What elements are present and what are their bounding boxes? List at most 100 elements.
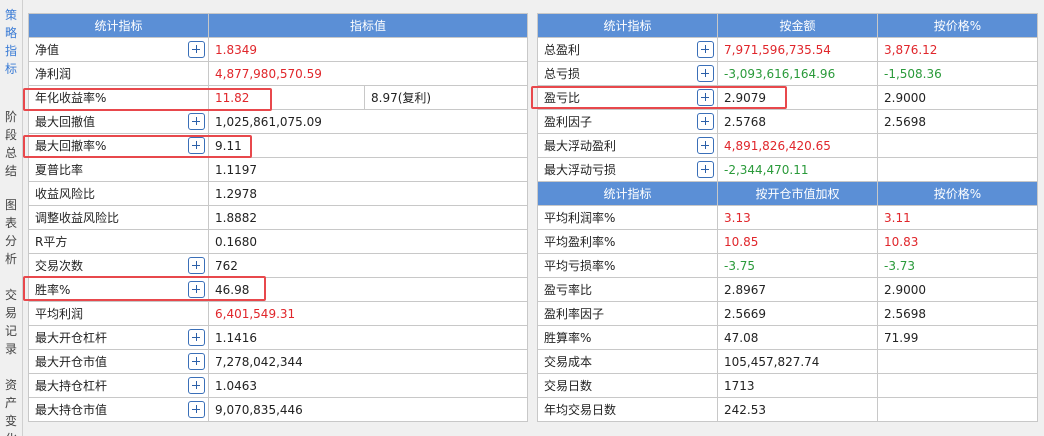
table-row: 最大浮动亏损 -2,344,470.11	[537, 157, 1038, 182]
metric-name-cell: 交易次数	[28, 253, 209, 278]
metric-name: 盈利率因子	[544, 307, 605, 321]
price-pct-value: 2.9000	[877, 277, 1038, 302]
table-row: 胜率% 46.98	[28, 277, 529, 302]
expand-plus-icon[interactable]	[697, 113, 714, 130]
expand-plus-icon[interactable]	[188, 329, 205, 346]
column-header-amount: 按金额	[717, 13, 878, 38]
section-header-metric: 统计指标	[537, 181, 718, 206]
sidebar-divider	[22, 0, 23, 436]
metric-name-cell: 盈利率因子	[537, 301, 718, 326]
metric-name: 盈亏比	[544, 91, 581, 105]
sidebar-tab-3[interactable]: 交易记录	[3, 286, 19, 358]
column-header-price-pct: 按价格%	[877, 13, 1038, 38]
metric-name-cell: 胜算率%	[537, 325, 718, 350]
price-pct-value: -1,508.36	[877, 61, 1038, 86]
sidebar-tab-0[interactable]: 策略指标	[3, 6, 19, 78]
metric-name: 总盈利	[544, 43, 581, 57]
right-metrics-table: 统计指标 按金额 按价格% 总盈利 7,971,596,735.54 3,876.1…	[537, 13, 1038, 422]
metric-name: 最大持仓市值	[35, 403, 108, 417]
expand-plus-icon[interactable]	[188, 41, 205, 58]
metric-name-cell: 最大浮动亏损	[537, 157, 718, 182]
expand-plus-icon[interactable]	[697, 41, 714, 58]
metric-name-cell: R平方	[28, 229, 209, 254]
table-row: 平均亏损率% -3.75 -3.73	[537, 253, 1038, 278]
table-row: 最大回撤率% 9.11	[28, 133, 529, 158]
weighted-value: 10.85	[717, 229, 878, 254]
metric-name: 最大浮动盈利	[544, 139, 617, 153]
metric-name: 净值	[35, 43, 60, 57]
expand-plus-icon[interactable]	[188, 281, 205, 298]
metric-value: 9,070,835,446	[207, 397, 529, 422]
price-pct-value: 10.83	[877, 229, 1038, 254]
metric-value: 9.11	[207, 133, 529, 158]
sidebar-tab-4[interactable]: 资产变化	[3, 376, 19, 436]
metric-name: 总亏损	[544, 67, 581, 81]
metric-name: 盈利因子	[544, 115, 593, 129]
metric-name: 年化收益率%	[35, 91, 107, 105]
metric-name-cell: 净利润	[28, 61, 209, 86]
metric-value: 1,025,861,075.09	[207, 109, 529, 134]
metric-name-cell: 总盈利	[537, 37, 718, 62]
expand-plus-icon[interactable]	[697, 65, 714, 82]
price-pct-value: 71.99	[877, 325, 1038, 350]
table-row: 夏普比率 1.1197	[28, 157, 529, 182]
table-row: 最大持仓杠杆 1.0463	[28, 373, 529, 398]
metric-name-cell: 盈利因子	[537, 109, 718, 134]
metric-name: 最大开仓杠杆	[35, 331, 108, 345]
metric-name-cell: 调整收益风险比	[28, 205, 209, 230]
metric-name: 盈亏率比	[544, 283, 593, 297]
weighted-value: 2.8967	[717, 277, 878, 302]
expand-plus-icon[interactable]	[188, 353, 205, 370]
sidebar-tab-1[interactable]: 阶段总结	[3, 108, 19, 180]
price-pct-value	[877, 349, 1038, 374]
table-row: 调整收益风险比 1.8882	[28, 205, 529, 230]
weighted-value: 47.08	[717, 325, 878, 350]
metric-name: 平均利润	[35, 307, 84, 321]
expand-plus-icon[interactable]	[188, 113, 205, 130]
column-header-metric: 统计指标	[28, 13, 209, 38]
weighted-value: 242.53	[717, 397, 878, 422]
metric-name-cell: 年均交易日数	[537, 397, 718, 422]
expand-plus-icon[interactable]	[188, 401, 205, 418]
metric-name-cell: 最大回撤率%	[28, 133, 209, 158]
price-pct-value: 2.9000	[877, 85, 1038, 110]
expand-plus-icon[interactable]	[188, 137, 205, 154]
metric-value: 1.1416	[207, 325, 529, 350]
metric-name-cell: 最大浮动盈利	[537, 133, 718, 158]
expand-plus-icon[interactable]	[697, 137, 714, 154]
expand-plus-icon[interactable]	[697, 89, 714, 106]
column-header-value: 指标值	[207, 13, 529, 38]
metric-name-cell: 收益风险比	[28, 181, 209, 206]
metric-value: 0.1680	[207, 229, 529, 254]
metric-name-cell: 最大持仓杠杆	[28, 373, 209, 398]
metric-name: 平均利润率%	[544, 211, 616, 225]
metric-name: R平方	[35, 235, 68, 249]
sidebar-tab-2[interactable]: 图表分析	[3, 196, 19, 268]
metric-name-cell: 盈亏率比	[537, 277, 718, 302]
table-row: 交易次数 762	[28, 253, 529, 278]
amount-value: -2,344,470.11	[717, 157, 878, 182]
expand-plus-icon[interactable]	[697, 161, 714, 178]
metric-value: 4,877,980,570.59	[207, 61, 529, 86]
table-row: 盈利因子 2.5768 2.5698	[537, 109, 1038, 134]
price-pct-value	[877, 157, 1038, 182]
table-row: 最大回撤值 1,025,861,075.09	[28, 109, 529, 134]
amount-value: 7,971,596,735.54	[717, 37, 878, 62]
metric-value: 1.1197	[207, 157, 529, 182]
table-row: 最大开仓杠杆 1.1416	[28, 325, 529, 350]
metric-name: 胜率%	[35, 283, 71, 297]
expand-plus-icon[interactable]	[188, 257, 205, 274]
metric-value: 7,278,042,344	[207, 349, 529, 374]
metric-name-cell: 最大回撤值	[28, 109, 209, 134]
table-row: 盈利率因子 2.5669 2.5698	[537, 301, 1038, 326]
weighted-value: 2.5669	[717, 301, 878, 326]
metric-name: 调整收益风险比	[35, 211, 120, 225]
metric-name: 最大回撤值	[35, 115, 96, 129]
table-row: 最大开仓市值 7,278,042,344	[28, 349, 529, 374]
table-row: 最大浮动盈利 4,891,826,420.65	[537, 133, 1038, 158]
metric-name-cell: 交易日数	[537, 373, 718, 398]
metric-name: 最大持仓杠杆	[35, 379, 108, 393]
expand-plus-icon[interactable]	[188, 377, 205, 394]
weighted-value: -3.75	[717, 253, 878, 278]
metric-name: 平均盈利率%	[544, 235, 616, 249]
